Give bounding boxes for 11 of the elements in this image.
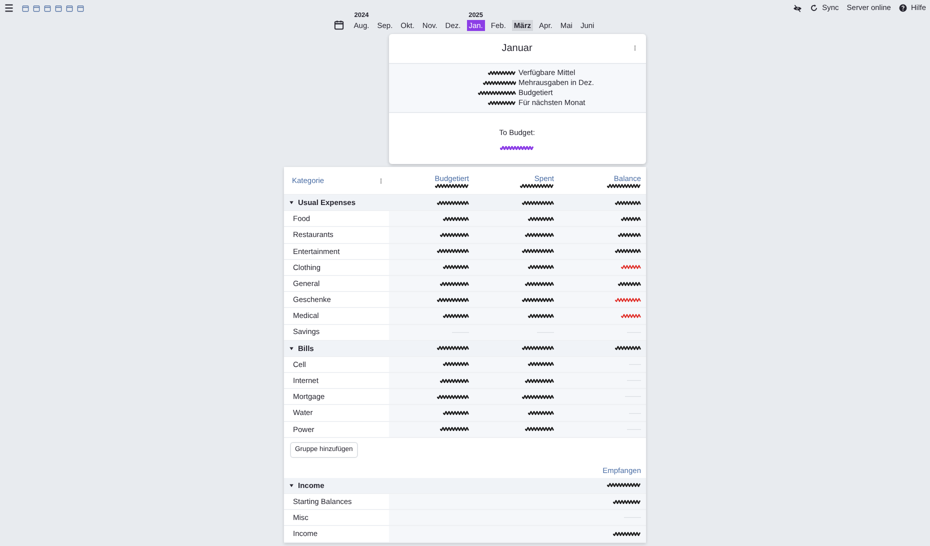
more-icon[interactable] <box>378 176 384 184</box>
month-title: Januar <box>502 42 532 56</box>
more-icon[interactable] <box>632 44 638 52</box>
caret-down-icon[interactable] <box>289 346 294 351</box>
menu-icon[interactable] <box>4 3 14 13</box>
calendar-icon[interactable] <box>334 20 344 30</box>
caret-down-icon[interactable] <box>289 200 294 206</box>
help-icon <box>898 4 907 12</box>
caret-down-icon[interactable] <box>289 482 294 488</box>
sync-icon <box>810 4 818 12</box>
eye-slash-icon[interactable] <box>793 4 802 12</box>
